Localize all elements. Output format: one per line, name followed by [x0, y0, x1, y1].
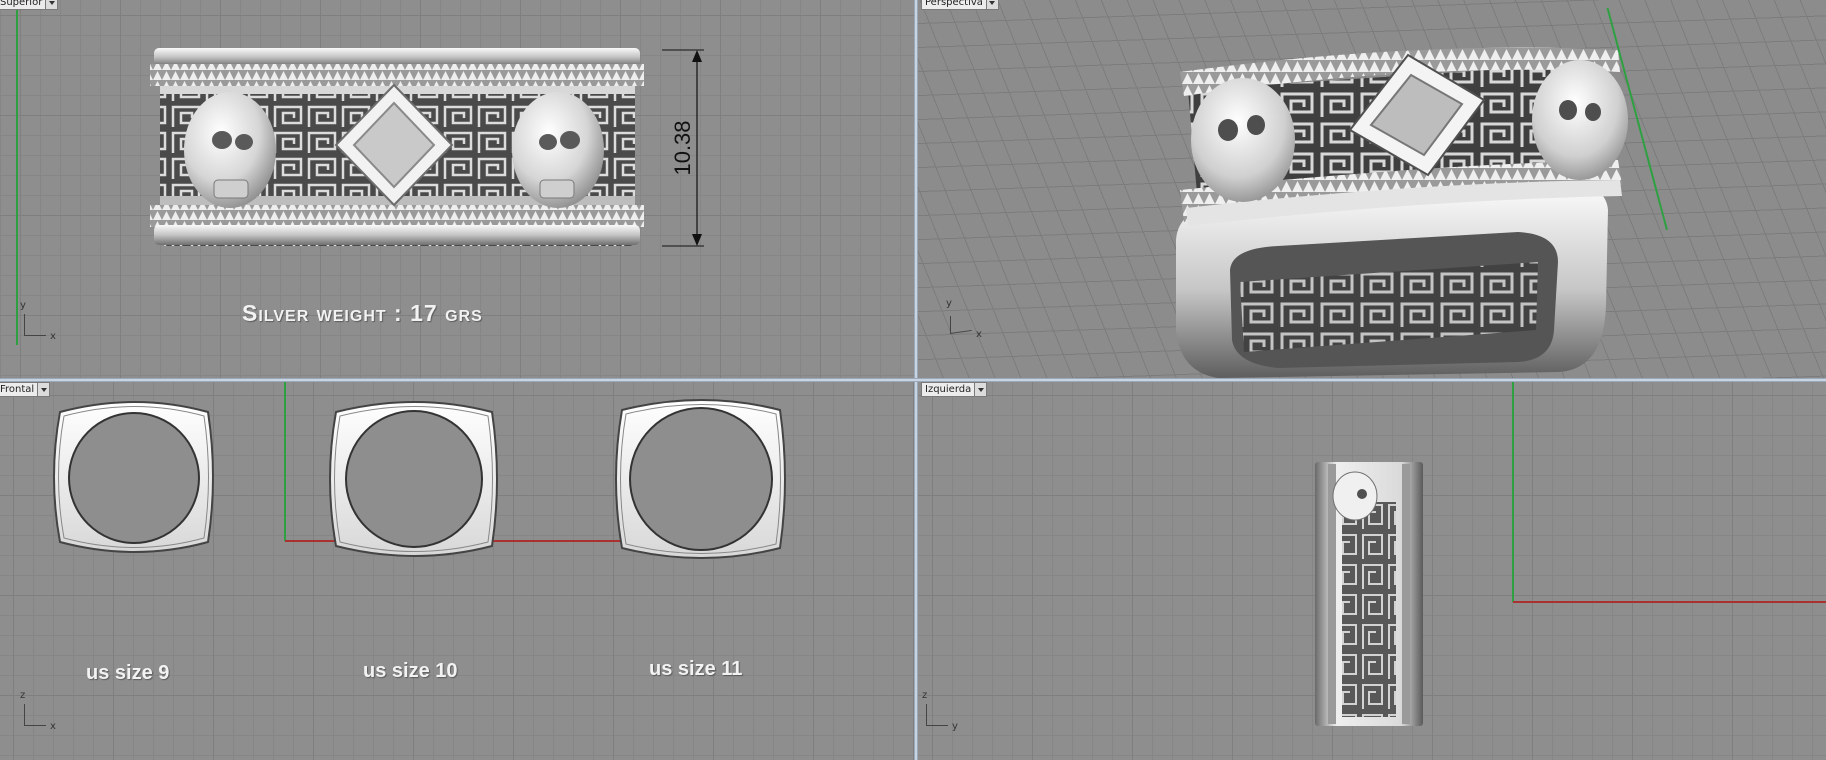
viewport-front[interactable]: us size 9 us size 10 us size 11 xz Front… [0, 382, 914, 760]
viewport-title-left[interactable]: Izquierda [921, 382, 988, 397]
ring-size-9 [53, 401, 214, 553]
axis-gizmo-icon: xy [946, 298, 982, 340]
viewport-left[interactable]: yz Izquierda [918, 382, 1826, 760]
viewport-splitter-horizontal[interactable] [0, 378, 1826, 382]
viewport-title-perspective[interactable]: Perspectiva [921, 0, 999, 10]
ring-perspective-view [1176, 47, 1628, 378]
size-label: us size 11 [649, 658, 743, 680]
viewport-title-label: Izquierda [925, 384, 972, 395]
size-label: us size 9 [86, 662, 170, 684]
dimension-label: 10.38 [670, 120, 695, 175]
rhino-workspace: 10.38 Silver weight : 17 grs xy Superior [0, 0, 1826, 760]
viewport-top[interactable]: 10.38 Silver weight : 17 grs xy Superior [0, 0, 914, 378]
ring-size-11 [615, 399, 786, 559]
axis-gizmo-icon: xz [20, 690, 56, 732]
chevron-down-icon[interactable] [985, 0, 998, 9]
viewport-title-front[interactable]: Frontal [0, 382, 51, 397]
viewport-title-top[interactable]: Superior [0, 0, 59, 10]
axis-gizmo-icon: yz [922, 690, 958, 732]
viewport-title-label: Frontal [0, 384, 35, 395]
chevron-down-icon[interactable] [37, 383, 50, 396]
viewport-title-label: Perspectiva [925, 0, 983, 8]
ring-size-10 [329, 401, 498, 557]
size-label: us size 10 [363, 660, 458, 682]
ring-side-view [1315, 462, 1423, 726]
chevron-down-icon[interactable] [974, 383, 987, 396]
ring-sizes-front-view [53, 399, 786, 559]
viewport-title-label: Superior [0, 0, 43, 8]
axis-gizmo-icon: xy [20, 300, 56, 342]
chevron-down-icon[interactable] [45, 0, 58, 9]
silver-weight-caption: Silver weight : 17 grs [242, 300, 483, 326]
viewport-perspective[interactable]: xy Perspectiva [918, 0, 1826, 378]
